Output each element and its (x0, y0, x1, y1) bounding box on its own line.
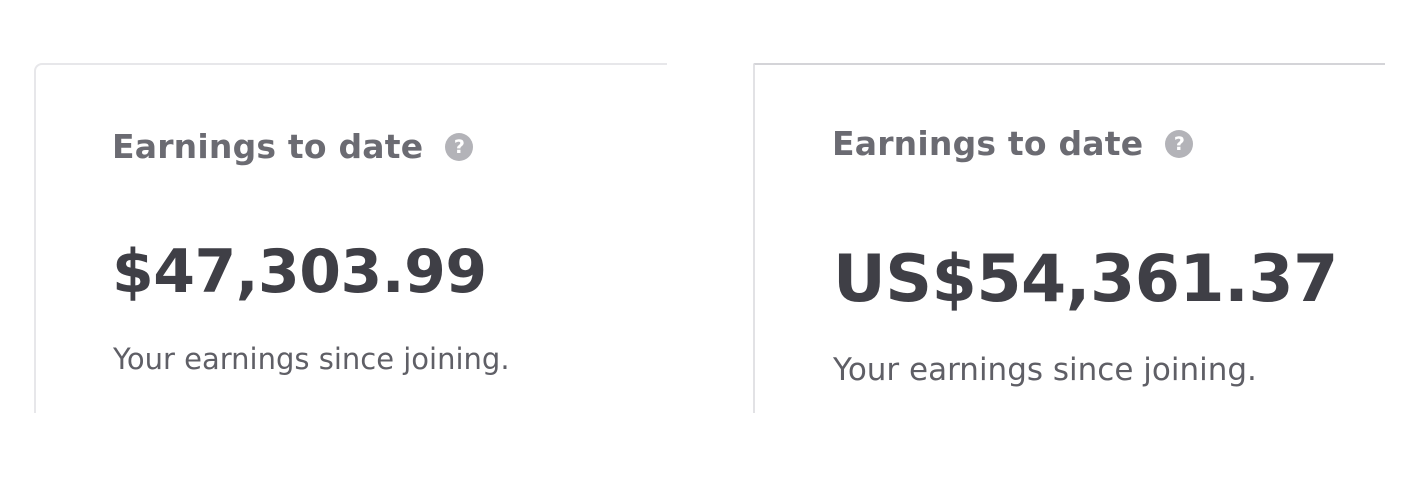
earnings-card-left: Earnings to date ? $47,303.99 Your earni… (34, 63, 667, 413)
earnings-title-row: Earnings to date ? (112, 127, 474, 166)
earnings-caption: Your earnings since joining. (833, 352, 1257, 388)
help-icon[interactable]: ? (1165, 129, 1194, 158)
help-icon[interactable]: ? (445, 132, 474, 161)
earnings-amount: US$54,361.37 (833, 242, 1338, 317)
earnings-title: Earnings to date (832, 124, 1144, 163)
earnings-title-row: Earnings to date ? (832, 124, 1194, 163)
earnings-caption: Your earnings since joining. (113, 342, 510, 376)
earnings-title: Earnings to date (112, 127, 424, 166)
earnings-amount: $47,303.99 (112, 237, 487, 307)
earnings-card-right: Earnings to date ? US$54,361.37 Your ear… (753, 63, 1385, 413)
